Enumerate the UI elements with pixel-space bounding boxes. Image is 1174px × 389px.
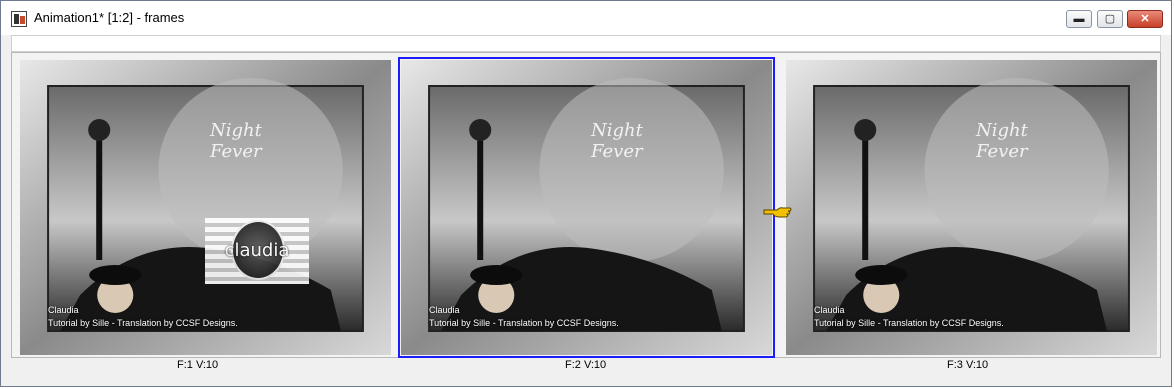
frame-image: Night Fever Claudia Tutorial by Sille - Tr… <box>401 60 772 355</box>
app-icon <box>11 11 27 27</box>
minimize-icon: ▬ <box>1073 13 1085 25</box>
frame-2-caption: F:2 V:10 <box>565 359 607 371</box>
frames-panel: Night Fever claudia Claudia Tutorial by Si… <box>11 52 1161 371</box>
frame-1-caption: F:1 V:10 <box>177 359 219 371</box>
maximize-icon: ▢ <box>1104 13 1116 25</box>
claudia-logo: claudia <box>205 218 309 284</box>
script-title: Night Fever <box>591 120 643 162</box>
maximize-button[interactable]: ▢ <box>1097 10 1123 28</box>
animation-window: Animation1* [1:2] - frames ▬ ▢ ✕ Night F… <box>0 0 1172 387</box>
title-bar[interactable]: Animation1* [1:2] - frames ▬ ▢ ✕ <box>1 1 1171 35</box>
toolbar-strip <box>11 35 1161 52</box>
script-title: Night Fever <box>210 120 262 162</box>
watermark-text: Claudia Tutorial by Sille - Translation b… <box>48 305 238 328</box>
script-title: Night Fever <box>976 120 1028 162</box>
frame-3[interactable]: Night Fever Claudia Tutorial by Sille - Tr… <box>784 58 1159 357</box>
close-button[interactable]: ✕ <box>1127 10 1163 28</box>
frame-image: Night Fever Claudia Tutorial by Sille - Tr… <box>786 60 1157 355</box>
frame-image: Night Fever claudia Claudia Tutorial by Si… <box>20 60 391 355</box>
frame-1[interactable]: Night Fever claudia Claudia Tutorial by Si… <box>18 58 393 357</box>
watermark-text: Claudia Tutorial by Sille - Translation b… <box>814 305 1004 328</box>
minimize-button[interactable]: ▬ <box>1066 10 1092 28</box>
frame-3-caption: F:3 V:10 <box>947 359 989 371</box>
window-title: Animation1* [1:2] - frames <box>34 10 185 25</box>
hand-pointer-icon <box>763 207 792 218</box>
watermark-text: Claudia Tutorial by Sille - Translation b… <box>429 305 619 328</box>
close-icon: ✕ <box>1140 13 1150 25</box>
frame-2[interactable]: Night Fever Claudia Tutorial by Sille - Tr… <box>398 57 775 358</box>
